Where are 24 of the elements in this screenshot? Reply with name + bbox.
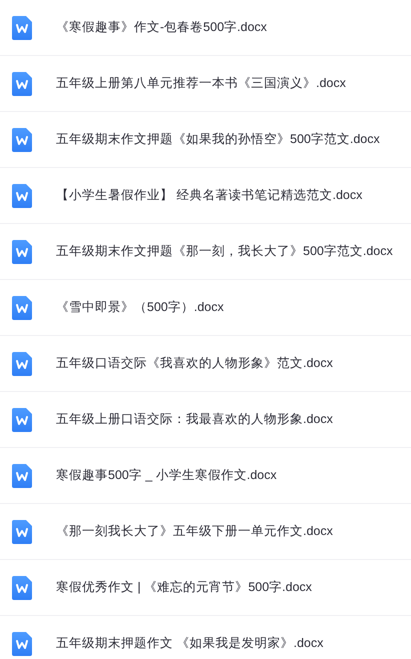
word-document-icon <box>12 72 32 96</box>
file-name[interactable]: 五年级期末押题作文 《如果我是发明家》.docx <box>56 636 324 652</box>
word-document-icon <box>12 408 32 432</box>
file-name[interactable]: 五年级期末作文押题《那一刻，我长大了》500字范文.docx <box>56 244 393 260</box>
word-document-icon <box>12 520 32 544</box>
word-document-icon <box>12 352 32 376</box>
file-name[interactable]: 寒假趣事500字 _ 小学生寒假作文.docx <box>56 468 277 484</box>
file-name[interactable]: 五年级上册第八单元推荐一本书《三国演义》.docx <box>56 76 346 92</box>
word-document-icon <box>12 240 32 264</box>
word-document-icon <box>12 576 32 600</box>
file-name[interactable]: 五年级上册口语交际：我最喜欢的人物形象.docx <box>56 412 333 428</box>
word-document-icon <box>12 128 32 152</box>
file-name[interactable]: 《那一刻我长大了》五年级下册一单元作文.docx <box>56 524 333 540</box>
file-name[interactable]: 《雪中即景》（500字）.docx <box>56 300 224 316</box>
file-name[interactable]: 【小学生暑假作业】 经典名著读书笔记精选范文.docx <box>56 188 362 204</box>
word-document-icon <box>12 632 32 656</box>
file-name[interactable]: 五年级期末作文押题《如果我的孙悟空》500字范文.docx <box>56 132 380 148</box>
word-document-icon <box>12 184 32 208</box>
file-name[interactable]: 寒假优秀作文 | 《难忘的元宵节》500字.docx <box>56 580 312 596</box>
word-document-icon <box>12 296 32 320</box>
file-name[interactable]: 五年级口语交际《我喜欢的人物形象》范文.docx <box>56 356 333 372</box>
word-document-icon <box>12 16 32 40</box>
word-document-icon <box>12 464 32 488</box>
file-name[interactable]: 《寒假趣事》作文-包春卷500字.docx <box>56 20 267 36</box>
